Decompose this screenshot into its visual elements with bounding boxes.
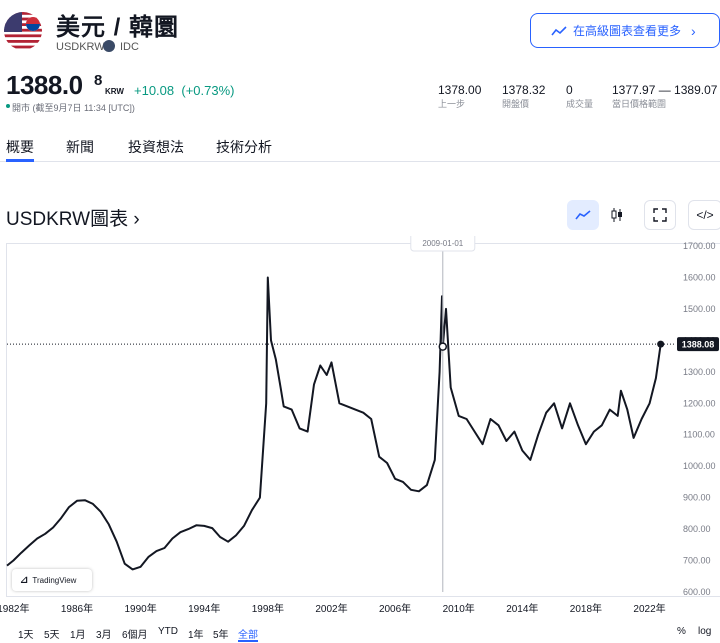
price-chart: 600.00 700.00 800.00 900.00 1000.00 1100.00 12… bbox=[0, 236, 719, 615]
range-active-indicator bbox=[238, 640, 258, 642]
x-tick-label: 2014年 bbox=[506, 602, 538, 615]
price-value: 1388.0 bbox=[6, 70, 83, 100]
trend-icon bbox=[551, 25, 567, 35]
tv-icon: ⊿ bbox=[20, 574, 29, 586]
crosshair-point bbox=[438, 342, 448, 351]
y-tick-label: 1700.00 bbox=[683, 241, 716, 251]
currency-label: KRW bbox=[105, 87, 124, 96]
stat-prev-close: 1378.00 上一步 bbox=[438, 83, 481, 110]
range-1d[interactable]: 1天 bbox=[18, 626, 34, 641]
market-status: 開市 (截至9月7日 11:34 [UTC]) bbox=[12, 103, 135, 113]
code-icon: </> bbox=[696, 208, 714, 222]
tab-news[interactable]: 新聞 bbox=[66, 137, 94, 157]
change-value: +10.08 bbox=[134, 83, 175, 98]
stat-value: 0 bbox=[566, 83, 573, 97]
x-tick-label: 2022年 bbox=[633, 602, 665, 615]
page-title: 美元 / 韓圜 bbox=[56, 14, 180, 41]
y-tick-label: 900.00 bbox=[683, 493, 711, 503]
source-label: IDC bbox=[120, 41, 139, 53]
stat-label: 開盤價 bbox=[502, 99, 530, 109]
line-chart-button[interactable] bbox=[567, 200, 599, 230]
stat-volume: 0 成交量 bbox=[566, 83, 593, 110]
range-1m[interactable]: 1月 bbox=[70, 626, 86, 641]
stat-label: 成交量 bbox=[566, 99, 594, 109]
tv-logo-text: TradingView bbox=[32, 575, 77, 585]
x-tick-label: 1994年 bbox=[188, 602, 220, 615]
log-toggle[interactable]: log bbox=[698, 626, 711, 637]
x-tick-label: 2002年 bbox=[315, 602, 347, 615]
market-status-dot bbox=[6, 104, 10, 108]
x-tick-label: 1982年 bbox=[0, 602, 29, 615]
embed-button[interactable]: </> bbox=[688, 200, 720, 230]
price-superscript: 8 bbox=[94, 72, 103, 89]
flag-stripe bbox=[4, 12, 42, 15]
x-tick-label: 2006年 bbox=[379, 602, 411, 615]
range-6m[interactable]: 6個月 bbox=[122, 626, 148, 641]
range-ytd[interactable]: YTD bbox=[158, 626, 178, 637]
x-tick-label: 1986年 bbox=[61, 602, 93, 615]
tab-bar: 概要 新聞 投資想法 技術分析 bbox=[0, 132, 720, 162]
tooltip-date: 2009-01-01 bbox=[422, 239, 463, 248]
tradingview-logo[interactable]: ⊿ TradingView bbox=[12, 569, 92, 591]
y-tick-label: 1100.00 bbox=[683, 430, 715, 440]
line-chart-icon bbox=[575, 210, 591, 220]
range-5d[interactable]: 5天 bbox=[44, 626, 60, 641]
stat-value: 1377.97 — 1389.07 bbox=[612, 83, 718, 97]
candle-chart-button[interactable] bbox=[601, 200, 633, 230]
symbol-label: USDKRW bbox=[56, 41, 105, 53]
stat-day-range: 1377.97 — 1389.07 當日價格範圍 bbox=[612, 83, 720, 110]
y-tick-label: 1500.00 bbox=[683, 304, 716, 314]
y-tick-label: 1000.00 bbox=[683, 461, 716, 471]
stat-value: 1378.00 bbox=[438, 83, 482, 97]
stat-label: 上一步 bbox=[438, 99, 466, 109]
y-tick-label: 1300.00 bbox=[683, 367, 716, 377]
chart-title[interactable]: USDKRW圖表 › bbox=[6, 204, 140, 231]
x-tick-label: 1990年 bbox=[124, 602, 156, 615]
stat-label: 當日價格範圍 bbox=[612, 99, 667, 109]
series-line bbox=[6, 276, 662, 571]
range-1y[interactable]: 1年 bbox=[188, 626, 204, 641]
range-3m[interactable]: 3月 bbox=[96, 626, 112, 641]
flag-stripe bbox=[4, 40, 42, 43]
range-5y[interactable]: 5年 bbox=[213, 626, 229, 641]
x-tick-label: 1998年 bbox=[252, 602, 284, 615]
y-tick-label: 700.00 bbox=[683, 556, 711, 566]
tab-overview[interactable]: 概要 bbox=[6, 137, 34, 157]
x-tick-label: 2018年 bbox=[570, 602, 602, 615]
price-change: +10.08 (+0.73%) bbox=[134, 83, 234, 98]
tab-ideas[interactable]: 投資想法 bbox=[128, 137, 184, 157]
y-tick-label: 800.00 bbox=[683, 524, 711, 534]
advanced-chart-button[interactable]: 在高級圖表查看更多 › bbox=[530, 13, 720, 48]
stat-value: 1378.32 bbox=[502, 83, 546, 97]
candlestick-icon bbox=[611, 208, 622, 222]
tab-technicals[interactable]: 技術分析 bbox=[216, 137, 272, 157]
y-tick-label: 1200.00 bbox=[683, 398, 716, 408]
x-tick-label: 2010年 bbox=[443, 602, 475, 615]
fullscreen-icon bbox=[653, 208, 667, 222]
flag-stripe bbox=[4, 34, 42, 38]
source-icon bbox=[103, 40, 115, 52]
percent-toggle[interactable]: % bbox=[677, 626, 686, 637]
change-percent: (+0.73%) bbox=[181, 83, 235, 98]
chevron-right-icon: › bbox=[691, 22, 696, 39]
stat-open: 1378.32 開盤價 bbox=[502, 83, 545, 110]
last-price-point bbox=[657, 340, 665, 348]
flag-icon bbox=[4, 12, 42, 50]
advanced-chart-label: 在高級圖表查看更多 bbox=[573, 24, 682, 38]
fullscreen-button[interactable] bbox=[644, 200, 676, 230]
range-all[interactable]: 全部 bbox=[238, 626, 258, 641]
y-tick-label: 1600.00 bbox=[683, 272, 716, 282]
y-tick-label: 600.00 bbox=[683, 587, 711, 597]
tab-active-indicator bbox=[6, 159, 34, 162]
last-price-label: 1388.08 bbox=[682, 340, 715, 350]
flag-stripe bbox=[4, 45, 42, 49]
